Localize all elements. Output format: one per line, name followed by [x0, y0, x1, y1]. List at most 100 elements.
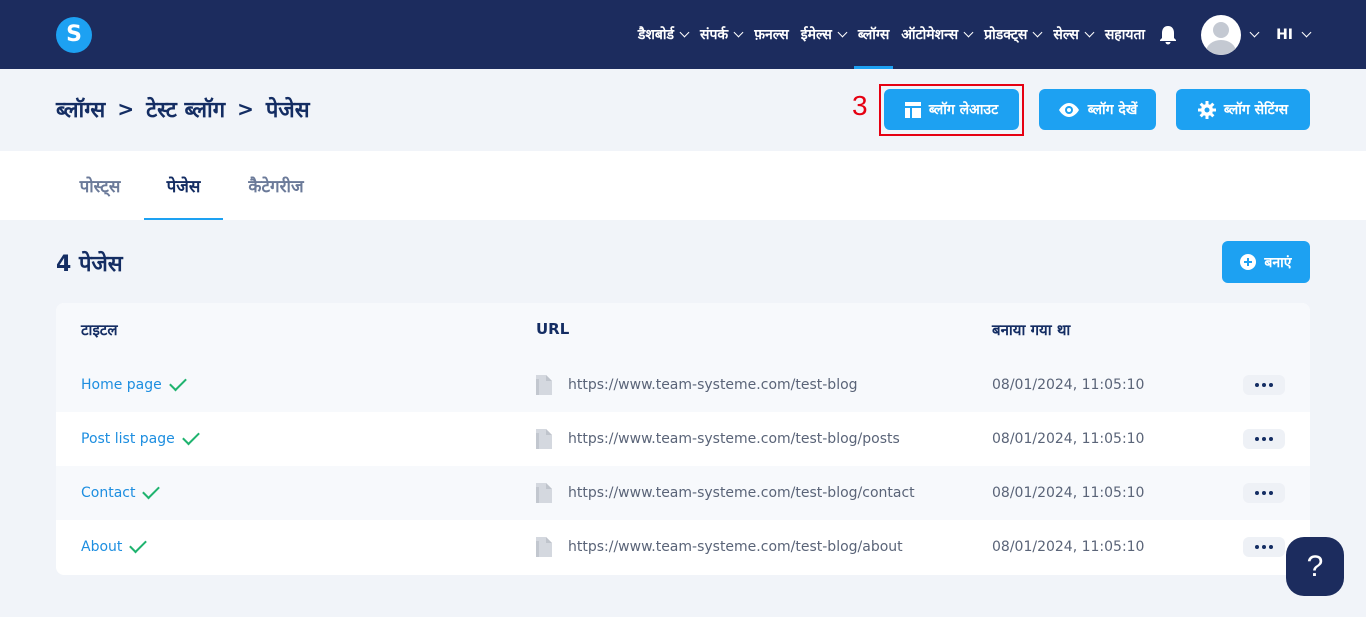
document-icon[interactable] [536, 483, 552, 503]
page-url: https://www.team-systeme.com/test-blog/p… [568, 431, 900, 447]
check-icon [181, 427, 200, 446]
url-cell: https://www.team-systeme.com/test-blog/a… [536, 520, 903, 574]
layout-icon [904, 101, 921, 118]
page-title-link[interactable]: Home page [81, 377, 162, 393]
dot [1269, 383, 1273, 387]
nav-item-emails[interactable]: ईमेल्स [795, 0, 852, 69]
title-cell: Post list page [81, 412, 200, 466]
tabs-bar: पोस्ट्स पेजेस कैटेगरीज [0, 151, 1366, 220]
language-selector[interactable]: HI [1276, 26, 1312, 43]
tab-label: पोस्ट्स [79, 177, 121, 197]
check-icon [142, 481, 161, 500]
breadcrumb: ब्लॉग्स > टेस्ट ब्लॉग > पेजेस [56, 94, 310, 124]
top-navbar: S डैशबोर्ड संपर्क फ़नल्स ईमेल्स ब्लॉग्स … [0, 0, 1366, 69]
created-cell: 08/01/2024, 11:05:10 [992, 358, 1144, 412]
chevron-down-icon [733, 27, 744, 38]
view-blog-button[interactable]: ब्लॉग देखें [1039, 89, 1156, 130]
avatar[interactable] [1201, 14, 1242, 55]
nav-item-blogs[interactable]: ब्लॉग्स [852, 0, 895, 69]
document-icon[interactable] [536, 375, 552, 395]
chevron-down-icon [1301, 27, 1312, 38]
document-icon[interactable] [536, 537, 552, 557]
url-cell: https://www.team-systeme.com/test-blog/p… [536, 412, 900, 466]
nav-label: ऑटोमेशन्स [901, 27, 959, 43]
page-title-link[interactable]: About [81, 539, 122, 555]
blog-settings-button[interactable]: ब्लॉग सेटिंग्स [1176, 89, 1310, 130]
page-title-link[interactable]: Post list page [81, 431, 175, 447]
row-actions-button[interactable] [1243, 375, 1285, 395]
dot [1269, 437, 1273, 441]
tab-categories[interactable]: कैटेगरीज [223, 151, 329, 220]
tab-pages[interactable]: पेजेस [144, 151, 223, 220]
chevron-down-icon [679, 27, 690, 38]
pages-table: टाइटल URL बनाया गया था Home page https:/… [56, 303, 1310, 575]
nav-label: सेल्स [1053, 27, 1079, 43]
nav-item-dashboard[interactable]: डैशबोर्ड [632, 0, 694, 69]
dot [1255, 491, 1259, 495]
nav-label: सहायता [1104, 27, 1146, 43]
view-blog-label: ब्लॉग देखें [1087, 102, 1138, 118]
chevron-down-icon[interactable] [1249, 27, 1260, 38]
nav-label: प्रोडक्ट्स [984, 27, 1028, 43]
page-url: https://www.team-systeme.com/test-blog/a… [568, 539, 903, 555]
nav-label: फ़नल्स [754, 27, 789, 43]
breadcrumb-pages: पेजेस [265, 98, 310, 123]
table-row: Contact https://www.team-systeme.com/tes… [56, 466, 1310, 520]
table-row: About https://www.team-systeme.com/test-… [56, 520, 1310, 574]
row-actions-button[interactable] [1243, 537, 1285, 557]
page-url: https://www.team-systeme.com/test-blog [568, 377, 858, 393]
chevron-down-icon [1084, 27, 1095, 38]
column-header-created: बनाया गया था [992, 321, 1071, 339]
row-actions-button[interactable] [1243, 429, 1285, 449]
dot [1255, 437, 1259, 441]
dot [1255, 545, 1259, 549]
bell-icon[interactable] [1159, 25, 1177, 45]
systeme-logo[interactable]: S [56, 17, 92, 53]
nav-label: ब्लॉग्स [857, 27, 890, 43]
dot [1269, 545, 1273, 549]
chevron-down-icon [1032, 27, 1043, 38]
table-body: Home page https://www.team-systeme.com/t… [56, 358, 1310, 574]
nav-label: डैशबोर्ड [637, 27, 675, 43]
nav-item-help[interactable]: सहायता [1099, 0, 1151, 69]
check-icon [168, 373, 187, 392]
tab-label: कैटेगरीज [248, 177, 304, 197]
nav-label: ईमेल्स [800, 27, 832, 43]
dot [1262, 545, 1266, 549]
created-cell: 08/01/2024, 11:05:10 [992, 466, 1144, 520]
column-header-url: URL [536, 320, 570, 338]
created-date: 08/01/2024, 11:05:10 [992, 377, 1145, 393]
created-date: 08/01/2024, 11:05:10 [992, 431, 1145, 447]
nav-item-funnels[interactable]: फ़नल्स [748, 0, 795, 69]
breadcrumb-blogs[interactable]: ब्लॉग्स [56, 94, 105, 124]
step-annotation-number: 3 [852, 90, 868, 121]
breadcrumb-separator: > [237, 97, 254, 121]
created-date: 08/01/2024, 11:05:10 [992, 539, 1145, 555]
nav-item-automations[interactable]: ऑटोमेशन्स [895, 0, 978, 69]
create-page-button[interactable]: बनाएं [1222, 241, 1310, 283]
page-title-link[interactable]: Contact [81, 485, 135, 501]
language-label: HI [1276, 26, 1293, 43]
plus-circle-icon [1240, 254, 1257, 270]
table-row: Home page https://www.team-systeme.com/t… [56, 358, 1310, 412]
eye-icon [1058, 102, 1079, 117]
created-cell: 08/01/2024, 11:05:10 [992, 412, 1144, 466]
table-row: Post list page https://www.team-systeme.… [56, 412, 1310, 466]
check-icon [129, 535, 148, 554]
breadcrumb-test-blog[interactable]: टेस्ट ब्लॉग [146, 94, 225, 124]
created-date: 08/01/2024, 11:05:10 [992, 485, 1145, 501]
table-header: टाइटल URL बनाया गया था [56, 303, 1310, 358]
tab-label: पेजेस [166, 177, 201, 197]
breadcrumb-separator: > [117, 97, 135, 121]
document-icon[interactable] [536, 429, 552, 449]
main-nav: डैशबोर्ड संपर्क फ़नल्स ईमेल्स ब्लॉग्स ऑट… [632, 0, 1366, 69]
nav-item-sales[interactable]: सेल्स [1047, 0, 1098, 69]
row-actions-button[interactable] [1243, 483, 1285, 503]
help-chat-button[interactable]: ? [1286, 537, 1344, 596]
chevron-down-icon [963, 27, 974, 38]
tab-posts[interactable]: पोस्ट्स [56, 151, 144, 220]
nav-item-contacts[interactable]: संपर्क [694, 0, 748, 69]
blog-layout-button[interactable]: ब्लॉग लेआउट [884, 89, 1019, 130]
dot [1262, 383, 1266, 387]
nav-item-products[interactable]: प्रोडक्ट्स [978, 0, 1047, 69]
